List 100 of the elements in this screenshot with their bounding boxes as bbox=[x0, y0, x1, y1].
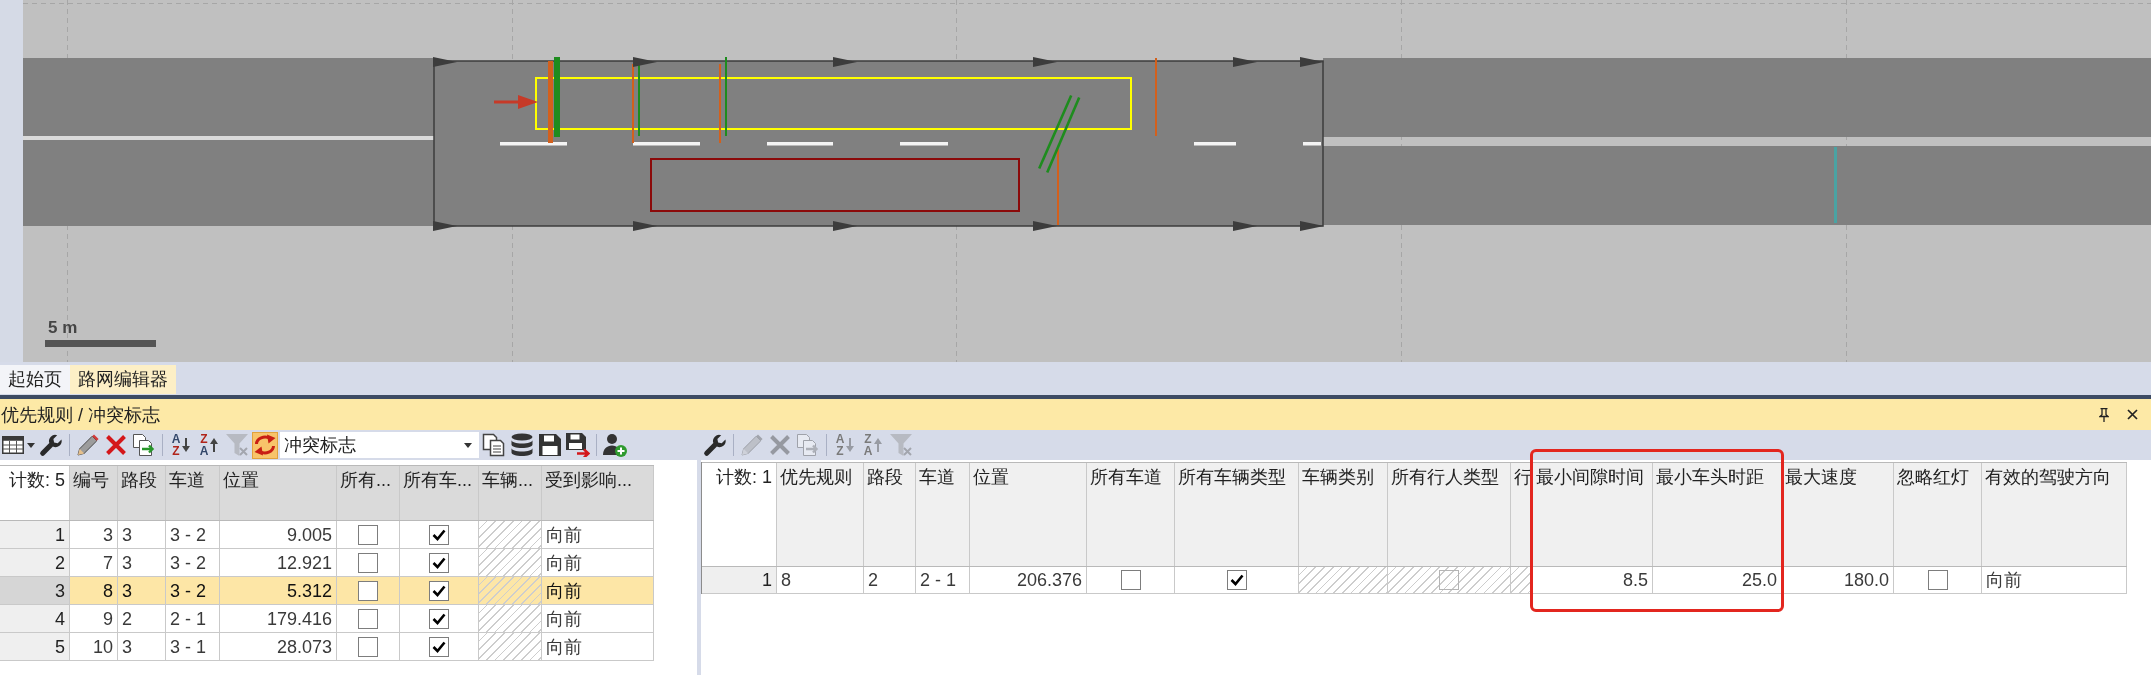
sync-arrows-icon bbox=[253, 433, 277, 457]
direction-marker bbox=[1300, 221, 1324, 231]
sort-ascending-button[interactable]: A Z bbox=[168, 431, 194, 459]
checkbox[interactable] bbox=[358, 524, 378, 545]
documents-icon bbox=[482, 433, 506, 457]
table-cell: 3 bbox=[118, 633, 166, 660]
column-header[interactable]: 位置 bbox=[220, 466, 337, 520]
column-header[interactable]: 所有车道 bbox=[1087, 463, 1175, 566]
scale-label: 5 m bbox=[48, 318, 78, 337]
table-cell: 7 bbox=[70, 549, 118, 576]
checkbox[interactable] bbox=[358, 636, 378, 657]
table-icon bbox=[2, 436, 24, 454]
checkbox[interactable] bbox=[358, 580, 378, 601]
database-button[interactable] bbox=[509, 431, 535, 459]
checkbox[interactable] bbox=[358, 608, 378, 629]
table-cell: 向前 bbox=[1982, 567, 2127, 593]
lane-marking bbox=[1194, 142, 1236, 146]
close-icon bbox=[2126, 409, 2138, 420]
table-cell: 3 - 2 bbox=[166, 577, 220, 604]
table-row[interactable]: 1 8 2 2 - 1 206.376 8.5 25.0 180.0 向前 bbox=[702, 567, 2127, 594]
column-header[interactable]: 车辆类别 bbox=[1299, 463, 1388, 566]
column-header[interactable]: 所有行人类型 bbox=[1388, 463, 1511, 566]
database-icon bbox=[511, 433, 533, 457]
column-header[interactable]: 位置 bbox=[970, 463, 1087, 566]
checkbox[interactable] bbox=[429, 580, 449, 601]
checkbox[interactable] bbox=[1927, 570, 1948, 590]
table-cell: 8 bbox=[777, 567, 864, 593]
row-header[interactable]: 1 bbox=[0, 521, 70, 548]
checkbox[interactable] bbox=[358, 552, 378, 573]
sort-descending-button[interactable]: Z A bbox=[196, 431, 222, 459]
table-cell: 3 - 2 bbox=[166, 549, 220, 576]
row-header[interactable]: 5 bbox=[0, 633, 70, 660]
table-cell: 28.073 bbox=[220, 633, 337, 660]
checkbox[interactable] bbox=[429, 608, 449, 629]
save-as-button[interactable] bbox=[565, 431, 591, 459]
tab[interactable]: 起始页 bbox=[0, 365, 70, 394]
column-header[interactable]: 最小间隙时间 bbox=[1533, 463, 1653, 566]
tab[interactable]: 路网编辑器 bbox=[70, 365, 176, 394]
add-user-button[interactable] bbox=[602, 431, 628, 459]
arrow-down-icon bbox=[182, 438, 191, 452]
direction-marker bbox=[633, 57, 657, 67]
column-header[interactable]: 车道 bbox=[166, 466, 220, 520]
table-cell: 2 - 1 bbox=[916, 567, 970, 593]
column-header[interactable]: 所有车... bbox=[400, 466, 479, 520]
column-header[interactable]: 路段 bbox=[118, 466, 166, 520]
filter-icon bbox=[225, 433, 249, 457]
column-header[interactable]: 路段 bbox=[864, 463, 916, 566]
column-header[interactable]: 车道 bbox=[916, 463, 970, 566]
checkbox[interactable] bbox=[429, 636, 449, 657]
column-header[interactable]: 忽略红灯 bbox=[1894, 463, 1982, 566]
table-row[interactable]: 2 7 3 3 - 2 12.921 向前 bbox=[0, 549, 654, 577]
column-header[interactable]: 编号 bbox=[70, 466, 118, 520]
person-plus-icon bbox=[603, 433, 627, 457]
column-header[interactable]: 所有车辆类型 bbox=[1175, 463, 1299, 566]
check-icon bbox=[432, 556, 446, 569]
table-row[interactable]: 1 3 3 3 - 2 9.005 向前 bbox=[0, 521, 654, 549]
table-cell: 5.312 bbox=[220, 577, 337, 604]
column-header[interactable]: 所有... bbox=[337, 466, 400, 520]
direction-marker bbox=[1233, 221, 1257, 231]
row-header[interactable]: 1 bbox=[702, 567, 777, 593]
row-header[interactable]: 3 bbox=[0, 577, 70, 604]
checkbox[interactable] bbox=[429, 524, 449, 545]
column-header[interactable]: 最小车头时距 bbox=[1653, 463, 1782, 566]
panel-title: 优先规则 / 冲突标志 bbox=[1, 403, 160, 427]
sync-button[interactable] bbox=[252, 431, 278, 459]
direction-arrow bbox=[494, 95, 538, 109]
check-icon bbox=[432, 640, 446, 653]
table-cell: 179.416 bbox=[220, 605, 337, 632]
direction-marker bbox=[433, 57, 457, 67]
checkbox[interactable] bbox=[1120, 570, 1141, 590]
checkbox[interactable] bbox=[1226, 570, 1247, 590]
document-arrow-icon bbox=[132, 433, 156, 457]
selector-dropdown[interactable]: 冲突标志 bbox=[280, 432, 479, 458]
floppy-arrow-icon bbox=[566, 433, 590, 457]
column-header[interactable]: 车辆... bbox=[479, 466, 542, 520]
row-header[interactable]: 2 bbox=[0, 549, 70, 576]
delete-icon bbox=[769, 434, 791, 456]
caret-icon bbox=[27, 442, 35, 448]
wrench-icon bbox=[703, 433, 727, 457]
filter-icon bbox=[889, 433, 913, 457]
checkbox[interactable] bbox=[429, 552, 449, 573]
table-row[interactable]: 5 10 3 3 - 1 28.073 向前 bbox=[0, 633, 654, 661]
copy-button[interactable] bbox=[481, 431, 507, 459]
column-header[interactable]: 受到影响... bbox=[542, 466, 654, 520]
table-cell: 3 bbox=[70, 521, 118, 548]
column-header[interactable]: 行 bbox=[1511, 463, 1533, 566]
column-header[interactable]: 有效的驾驶方向 bbox=[1982, 463, 2127, 566]
column-header[interactable]: 最大速度 bbox=[1782, 463, 1894, 566]
table-cell: 9.005 bbox=[220, 521, 337, 548]
table-row[interactable]: 4 9 2 2 - 1 179.416 向前 bbox=[0, 605, 654, 633]
duplicate-button[interactable] bbox=[131, 431, 157, 459]
check-icon bbox=[1229, 574, 1244, 586]
column-header[interactable]: 优先规则 bbox=[777, 463, 864, 566]
row-header[interactable]: 4 bbox=[0, 605, 70, 632]
direction-marker bbox=[1033, 57, 1057, 67]
save-button[interactable] bbox=[537, 431, 563, 459]
direction-marker bbox=[433, 221, 457, 231]
table-row[interactable]: 3 8 3 3 - 2 5.312 向前 bbox=[0, 577, 654, 605]
table-cell: 9 bbox=[70, 605, 118, 632]
table-cell: 10 bbox=[70, 633, 118, 660]
